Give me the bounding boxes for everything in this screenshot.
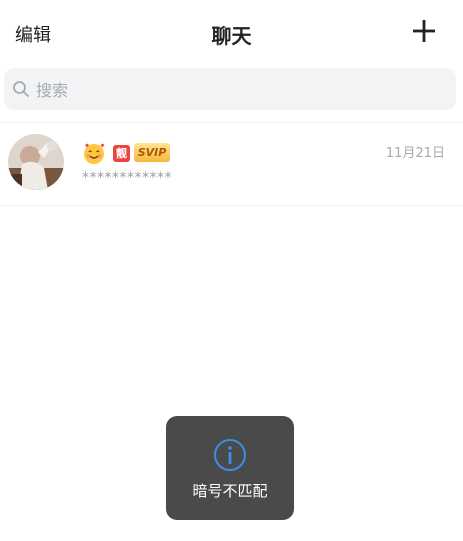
toast: 暗号不匹配 — [166, 416, 294, 520]
message-preview: ************ — [82, 170, 172, 186]
edit-button[interactable]: 编辑 — [15, 21, 51, 47]
smiling-face-hearts-icon — [84, 143, 105, 164]
chat-list-item[interactable]: 靓 SVIP ************ 11月21日 — [0, 123, 463, 205]
divider — [0, 205, 463, 206]
toast-message: 暗号不匹配 — [192, 482, 268, 500]
avatar[interactable] — [8, 134, 64, 190]
plus-icon[interactable] — [413, 20, 435, 42]
svip-badge: SVIP — [134, 143, 170, 162]
message-date: 11月21日 — [385, 146, 445, 161]
search-bar[interactable] — [4, 68, 456, 112]
vip-badge: 靓 — [113, 145, 130, 162]
search-input[interactable] — [34, 68, 438, 112]
search-icon — [13, 81, 29, 97]
page-title: 聊天 — [211, 24, 252, 48]
top-navigation-bar: 编辑 聊天 — [0, 0, 463, 64]
info-icon — [214, 439, 246, 471]
